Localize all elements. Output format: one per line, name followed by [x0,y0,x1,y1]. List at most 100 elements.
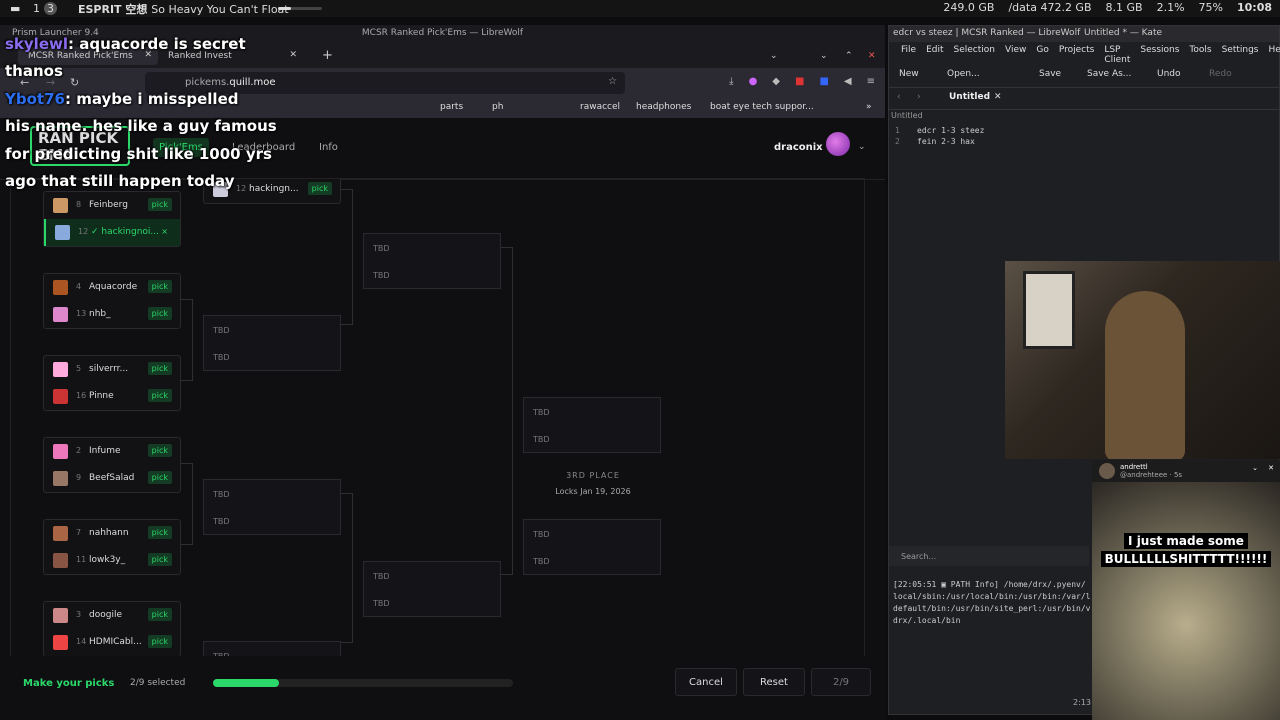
undo-button[interactable]: Undo [1157,69,1181,79]
player-slot[interactable]: 8 Feinberg pick [44,192,180,219]
player-name: ✓ hackingnoi... [91,227,159,237]
editor-area[interactable]: 1 edcr 1-3 steez 2 fein 2-3 hax [889,126,1227,148]
chevron-down-icon[interactable]: ⌄ [858,142,866,152]
tab-list-icon[interactable]: ⌄ [760,47,788,65]
reset-button[interactable]: Reset [743,668,805,696]
player-avatar [53,198,68,213]
reload-icon[interactable]: ↻ [70,76,79,89]
bookmark-parts[interactable]: parts [440,102,463,112]
menu-settings[interactable]: Settings [1222,45,1259,57]
redo-button[interactable]: Redo [1209,69,1232,79]
pick-button[interactable]: pick [147,280,172,293]
picks-footer: Make your picks 2/9 selected Cancel Rese… [10,656,885,696]
close-icon[interactable]: ✕ [1268,464,1274,472]
kate-title-right: Untitled * — Kate [1084,28,1163,38]
bookmark-headphones[interactable]: headphones [636,102,691,112]
player-slot[interactable]: 2 Infume pick [44,438,180,465]
bookmark-boat-eye[interactable]: boat eye tech suppor... [710,102,814,112]
app-menu-icon[interactable]: ▬ [10,2,20,15]
menu-go[interactable]: Go [1036,45,1048,57]
submit-button[interactable]: 2/9 [811,668,871,696]
menu-view[interactable]: View [1005,45,1026,57]
user-avatar[interactable] [826,132,850,156]
pick-button[interactable]: × [157,225,172,238]
menu-help[interactable]: Help [1269,45,1280,57]
player-slot[interactable]: 9 BeefSalad pick [44,465,180,492]
workspace-1[interactable]: 1 [33,2,40,15]
menu-selection[interactable]: Selection [954,45,995,57]
kate-titlebar: edcr vs steez | MCSR Ranked — LibreWolf … [889,26,1279,42]
player-seed: 13 [76,309,87,318]
close-tab-icon[interactable]: ✕ [994,92,1002,102]
bookmarks-overflow-icon[interactable]: » [866,102,872,112]
shield-icon[interactable]: ■ [819,76,828,87]
menu-lsp-client[interactable]: LSP Client [1104,45,1130,65]
pick-button[interactable]: pick [147,307,172,320]
close-tab-icon[interactable]: ✕ [289,50,297,60]
back-icon[interactable]: ‹ [897,92,901,102]
song-title: So Heavy You Can't Float [151,3,289,16]
pick-button[interactable]: pick [147,444,172,457]
download-icon[interactable]: ⤓ [729,76,733,87]
menu-edit[interactable]: Edit [926,45,943,57]
menu-icon[interactable]: ≡ [867,76,875,87]
nav-info[interactable]: Info [319,142,338,153]
pick-button[interactable]: pick [307,182,332,195]
search-input[interactable]: Search... [889,546,1089,566]
volume-slider[interactable] [278,7,322,10]
pick-button[interactable]: pick [147,389,172,402]
pick-button[interactable]: pick [147,471,172,484]
player-avatar [53,444,68,459]
player-seed: 12 [78,227,89,236]
pick-button[interactable]: pick [147,362,172,375]
match-tbd: TBDTBD [203,641,341,656]
pick-button[interactable]: pick [147,553,172,566]
cancel-button[interactable]: Cancel [675,668,737,696]
player-slot[interactable]: 14 HDMICabl... pick [44,629,180,656]
player-slot[interactable]: 12 ✓ hackingnoi... × [44,219,180,246]
player-slot[interactable]: 16 Pinne pick [44,383,180,410]
player-slot[interactable]: 3 doogile pick [44,602,180,629]
save-button[interactable]: Save [1039,69,1061,79]
save-as-button[interactable]: Save As... [1087,69,1131,79]
chevron-down-icon[interactable]: ⌄ [1252,464,1258,472]
new-tab-icon[interactable]: + [312,44,343,63]
username[interactable]: draconix [774,142,823,153]
progress-fill [213,679,279,687]
tbd-slot: TBD [373,271,390,280]
player-slot[interactable]: 13 nhb_ pick [44,301,180,328]
third-place-label: 3RD PLACE [566,471,620,480]
open-button[interactable]: Open... [947,69,980,79]
player-seed: 2 [76,446,82,455]
bookmark-rawaccel[interactable]: rawaccel [580,102,620,112]
new-button[interactable]: New [899,69,919,79]
extension-icon[interactable]: ● [749,76,758,87]
chat-text: aquacorde is secret [79,35,246,53]
minimize-icon[interactable]: ⌄ [810,47,838,65]
workspace-3[interactable]: 3 [44,2,57,15]
pick-button[interactable]: pick [147,198,172,211]
match-card: 8 Feinberg pick 12 ✓ hackingnoi... × [43,191,181,247]
forward-icon[interactable]: › [917,92,921,102]
close-window-icon[interactable]: ✕ [858,47,886,65]
bookmark-star-icon[interactable]: ☆ [608,76,617,87]
player-slot[interactable]: 11 lowk3y_ pick [44,547,180,574]
tab-untitled[interactable]: Untitled [949,92,990,102]
ublock-icon[interactable]: ■ [795,76,804,87]
player-name: nhb_ [89,309,111,319]
pick-button[interactable]: pick [147,526,172,539]
pick-button[interactable]: pick [147,608,172,621]
speaker-icon[interactable]: ◀ [844,76,852,87]
player-slot[interactable]: 5 silverrr... pick [44,356,180,383]
menu-file[interactable]: File [901,45,916,57]
menu-projects[interactable]: Projects [1059,45,1094,57]
player-slot[interactable]: 4 Aquacorde pick [44,274,180,301]
menu-tools[interactable]: Tools [1189,45,1211,57]
bookmark-ph[interactable]: ph [492,102,503,112]
puzzle-icon[interactable]: ◆ [772,76,780,87]
menu-sessions[interactable]: Sessions [1140,45,1179,57]
pick-button[interactable]: pick [147,635,172,648]
player-slot[interactable]: 7 nahhann pick [44,520,180,547]
player-seed: 9 [76,473,82,482]
extension-icons: ⤓ ● ◆ ■ ■ ◀ ≡ [729,76,875,87]
